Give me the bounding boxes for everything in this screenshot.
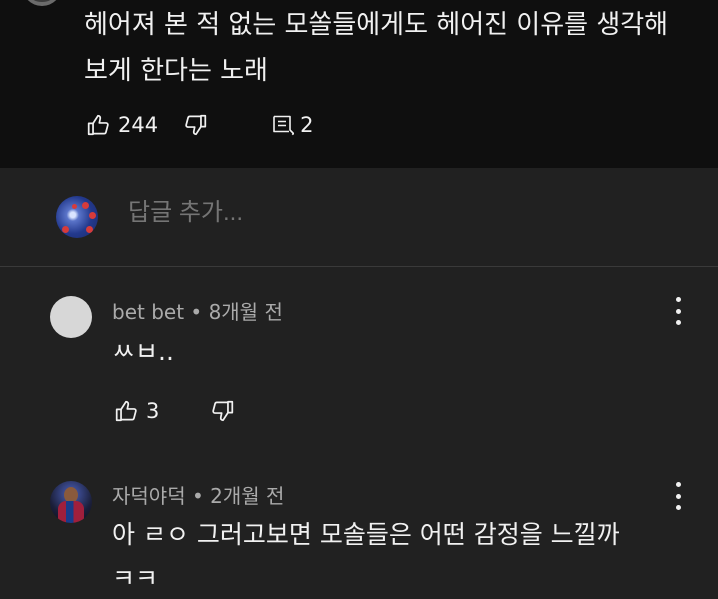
parent-comment-text: 헤어져 본 적 없는 모쏠들에게도 헤어진 이유를 생각해 보게 한다는 노래	[84, 0, 704, 96]
like-button[interactable]	[86, 112, 112, 138]
parent-comment: 헤어져 본 적 없는 모쏠들에게도 헤어진 이유를 생각해 보게 한다는 노래 …	[0, 0, 718, 168]
reply-comment-icon	[273, 115, 295, 136]
add-reply-input[interactable]	[126, 198, 440, 228]
comment-meta: 자덕야덕 • 2개월 전	[112, 480, 284, 509]
dislike-button[interactable]	[209, 398, 235, 424]
parent-actions: 244 2	[86, 112, 313, 138]
reply-button[interactable]	[270, 113, 295, 137]
avatar[interactable]	[50, 481, 92, 523]
comment-time: 8개월 전	[208, 300, 283, 324]
more-vert-icon	[675, 297, 681, 302]
more-actions-button[interactable]	[668, 482, 688, 510]
dislike-button[interactable]	[182, 112, 208, 138]
thumbs-up-icon	[115, 400, 137, 422]
comment-meta: bet bet • 8개월 전	[112, 296, 283, 325]
thumbs-down-icon	[185, 114, 207, 136]
add-reply-bar	[0, 168, 718, 267]
more-actions-button[interactable]	[668, 297, 688, 325]
comment-time: 2개월 전	[210, 484, 285, 508]
meta-separator: •	[185, 484, 211, 508]
parent-comment-text-line1: 헤어져 본 적 없는 모쏠들에게도 헤어진 이유를 생각해	[84, 10, 669, 40]
like-count: 3	[146, 399, 160, 423]
like-button[interactable]	[114, 398, 140, 424]
comment-text: 아 ㄹㅇ 그러고보면 모솔들은 어떤 감정을 느낄까 ㅋㅋ	[112, 514, 702, 599]
parent-comment-text-line2: 보게 한다는 노래	[84, 56, 268, 86]
comment-actions: 3	[114, 398, 235, 424]
more-vert-icon	[675, 482, 681, 487]
comment-text-line2: ㅋㅋ	[112, 564, 159, 593]
reply-comment: 자덕야덕 • 2개월 전 아 ㄹㅇ 그러고보면 모솔들은 어떤 감정을 느낄까 …	[0, 450, 718, 599]
meta-separator: •	[184, 300, 209, 324]
comment-author[interactable]: 자덕야덕	[112, 484, 186, 508]
thumbs-up-icon	[87, 114, 109, 136]
current-user-avatar	[56, 196, 98, 238]
comment-text: ㅆㅂ..	[112, 337, 174, 366]
parent-comment-avatar[interactable]	[22, 0, 62, 6]
comment-author[interactable]: bet bet	[112, 300, 184, 324]
thumbs-down-icon	[212, 400, 234, 422]
comment-thread-screen: 헤어져 본 적 없는 모쏠들에게도 헤어진 이유를 생각해 보게 한다는 노래 …	[0, 0, 718, 599]
avatar[interactable]	[50, 296, 92, 338]
reply-comment: bet bet • 8개월 전 ㅆㅂ.. 3	[0, 267, 718, 450]
parent-like-count: 244	[118, 113, 159, 137]
comment-text-line1: 아 ㄹㅇ 그러고보면 모솔들은 어떤 감정을 느낄까	[112, 520, 620, 549]
parent-reply-count: 2	[300, 113, 314, 137]
